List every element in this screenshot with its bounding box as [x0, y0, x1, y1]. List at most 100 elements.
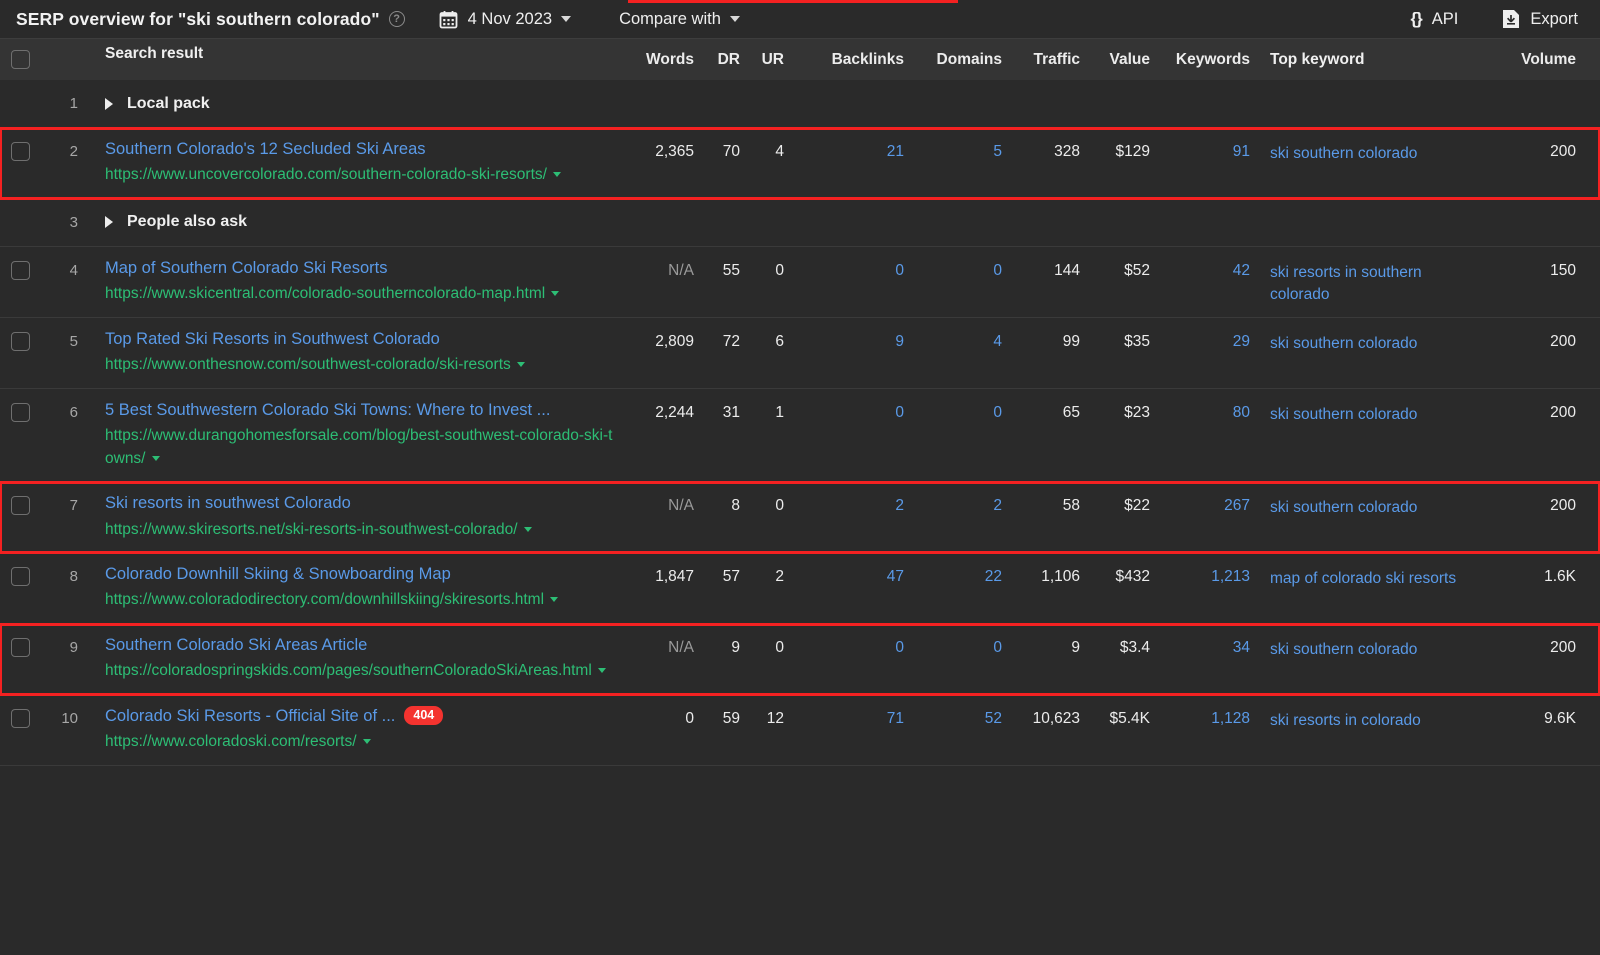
row-checkbox[interactable] — [11, 403, 30, 422]
result-url-link[interactable]: https://www.coloradoski.com/resorts/ — [105, 731, 620, 753]
column-header-top-keyword[interactable]: Top keyword — [1250, 51, 1480, 69]
cell-backlinks-value[interactable]: 0 — [895, 404, 904, 421]
column-header-volume[interactable]: Volume — [1480, 51, 1600, 69]
result-title-link[interactable]: Southern Colorado Ski Areas Article — [105, 636, 367, 654]
chevron-down-icon[interactable] — [524, 527, 532, 532]
cell-top-keyword: ski southern colorado — [1250, 482, 1480, 552]
top-keyword-link[interactable]: ski resorts in southern colorado — [1270, 264, 1422, 303]
top-keyword-link[interactable]: ski southern colorado — [1270, 145, 1417, 162]
cell-domains-value[interactable]: 5 — [993, 143, 1002, 160]
result-title-link[interactable]: Southern Colorado's 12 Secluded Ski Area… — [105, 140, 426, 158]
result-url-link[interactable]: https://www.onthesnow.com/southwest-colo… — [105, 354, 620, 376]
row-checkbox[interactable] — [11, 567, 30, 586]
result-url-link[interactable]: https://www.coloradodirectory.com/downhi… — [105, 589, 620, 611]
column-header-value[interactable]: Value — [1080, 51, 1150, 69]
result-url-link[interactable]: https://www.durangohomesforsale.com/blog… — [105, 425, 620, 470]
cell-domains: 52 — [904, 695, 1002, 765]
top-keyword-link[interactable]: ski southern colorado — [1270, 499, 1417, 516]
cell-backlinks-value[interactable]: 21 — [887, 143, 904, 160]
result-title-link[interactable]: Ski resorts in southwest Colorado — [105, 494, 351, 512]
cell-keywords-value[interactable]: 34 — [1233, 639, 1250, 656]
export-button[interactable]: Export — [1502, 9, 1578, 29]
column-header-backlinks[interactable]: Backlinks — [784, 51, 904, 69]
top-keyword-link[interactable]: ski resorts in colorado — [1270, 712, 1421, 729]
cell-keywords-value[interactable]: 80 — [1233, 404, 1250, 421]
cell-backlinks-value[interactable]: 0 — [895, 262, 904, 279]
cell-backlinks-value[interactable]: 2 — [895, 497, 904, 514]
cell-domains-value[interactable]: 0 — [993, 404, 1002, 421]
top-keyword-link[interactable]: ski southern colorado — [1270, 335, 1417, 352]
row-checkbox[interactable] — [11, 261, 30, 280]
cell-keywords-value[interactable]: 267 — [1224, 497, 1250, 514]
cell-traffic: 58 — [1002, 482, 1080, 552]
column-header-words[interactable]: Words — [620, 51, 694, 69]
cell-backlinks-value[interactable]: 9 — [895, 333, 904, 350]
cell-words-value: 2,365 — [655, 143, 694, 160]
date-picker[interactable]: 4 Nov 2023 — [439, 10, 571, 29]
cell-volume: 200 — [1480, 128, 1600, 198]
question-mark-icon[interactable]: ? — [389, 11, 405, 27]
cell-domains-value[interactable]: 0 — [993, 262, 1002, 279]
api-button[interactable]: {} API — [1410, 9, 1458, 29]
cell-backlinks-value[interactable]: 0 — [895, 639, 904, 656]
cell-value-value: $432 — [1116, 568, 1150, 585]
cell-keywords-value[interactable]: 29 — [1233, 333, 1250, 350]
expand-triangle-icon[interactable] — [105, 98, 113, 110]
row-checkbox[interactable] — [11, 638, 30, 657]
compare-with-button[interactable]: Compare with — [619, 10, 740, 29]
row-checkbox[interactable] — [11, 142, 30, 161]
cell-keywords: 91 — [1150, 128, 1250, 198]
column-header-ur[interactable]: UR — [740, 51, 784, 69]
row-checkbox[interactable] — [11, 496, 30, 515]
cell-keywords: 80 — [1150, 389, 1250, 481]
select-all-checkbox[interactable] — [11, 50, 30, 69]
cell-domains-value[interactable]: 2 — [993, 497, 1002, 514]
serp-feature-cell[interactable]: Local pack — [78, 95, 1600, 113]
row-checkbox[interactable] — [11, 332, 30, 351]
cell-volume: 200 — [1480, 624, 1600, 694]
cell-keywords-value[interactable]: 42 — [1233, 262, 1250, 279]
result-title-link[interactable]: 5 Best Southwestern Colorado Ski Towns: … — [105, 401, 550, 419]
chevron-down-icon[interactable] — [553, 172, 561, 177]
cell-domains-value[interactable]: 52 — [985, 710, 1002, 727]
result-title-link[interactable]: Top Rated Ski Resorts in Southwest Color… — [105, 330, 440, 348]
column-header-search-result[interactable]: Search result — [78, 45, 620, 74]
result-url-link[interactable]: https://coloradospringskids.com/pages/so… — [105, 660, 620, 682]
cell-ur: 2 — [740, 553, 784, 623]
cell-backlinks-value[interactable]: 47 — [887, 568, 904, 585]
table-row: 8Colorado Downhill Skiing & Snowboarding… — [0, 553, 1600, 624]
cell-domains-value[interactable]: 0 — [993, 639, 1002, 656]
expand-triangle-icon[interactable] — [105, 216, 113, 228]
chevron-down-icon[interactable] — [551, 291, 559, 296]
cell-domains-value[interactable]: 4 — [993, 333, 1002, 350]
top-keyword-link[interactable]: ski southern colorado — [1270, 406, 1417, 423]
top-keyword-link[interactable]: map of colorado ski resorts — [1270, 570, 1456, 587]
result-url-link[interactable]: https://www.skiresorts.net/ski-resorts-i… — [105, 519, 620, 541]
row-checkbox[interactable] — [11, 709, 30, 728]
cell-domains-value[interactable]: 22 — [985, 568, 1002, 585]
serp-feature-cell[interactable]: People also ask — [78, 213, 1600, 231]
chevron-down-icon[interactable] — [517, 362, 525, 367]
cell-top-keyword: ski resorts in colorado — [1250, 695, 1480, 765]
column-header-traffic[interactable]: Traffic — [1002, 51, 1080, 69]
cell-traffic: 99 — [1002, 318, 1080, 388]
result-title-link[interactable]: Map of Southern Colorado Ski Resorts — [105, 259, 387, 277]
column-header-keywords[interactable]: Keywords — [1150, 51, 1250, 69]
chevron-down-icon[interactable] — [598, 668, 606, 673]
cell-keywords-value[interactable]: 1,128 — [1211, 710, 1250, 727]
column-header-domains[interactable]: Domains — [904, 51, 1002, 69]
column-header-dr[interactable]: DR — [694, 51, 740, 69]
result-url-link[interactable]: https://www.uncovercolorado.com/southern… — [105, 164, 620, 186]
result-title-link[interactable]: Colorado Ski Resorts - Official Site of … — [105, 707, 395, 725]
cell-keywords-value[interactable]: 1,213 — [1211, 568, 1250, 585]
cell-keywords-value[interactable]: 91 — [1233, 143, 1250, 160]
top-keyword-link[interactable]: ski southern colorado — [1270, 641, 1417, 658]
result-title-link[interactable]: Colorado Downhill Skiing & Snowboarding … — [105, 565, 451, 583]
chevron-down-icon[interactable] — [550, 597, 558, 602]
chevron-down-icon[interactable] — [152, 456, 160, 461]
cell-backlinks-value[interactable]: 71 — [887, 710, 904, 727]
result-url-link[interactable]: https://www.skicentral.com/colorado-sout… — [105, 283, 620, 305]
row-select-cell — [0, 553, 40, 623]
chevron-down-icon[interactable] — [363, 739, 371, 744]
cell-domains: 0 — [904, 389, 1002, 481]
